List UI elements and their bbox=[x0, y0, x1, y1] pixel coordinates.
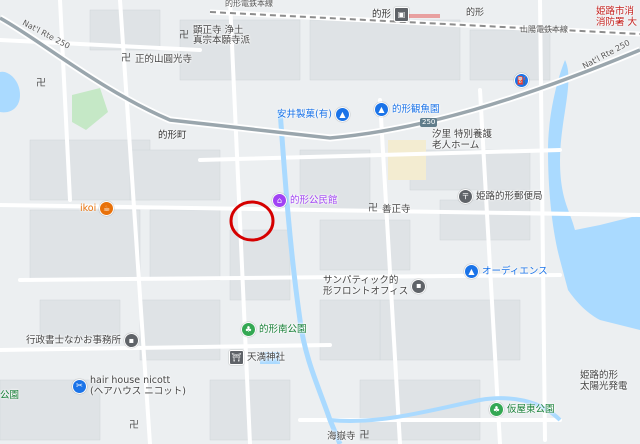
railway-label-top: 的形電鉄本線 bbox=[225, 0, 273, 8]
temple-label-2: 正的山圓光寺 bbox=[135, 53, 193, 65]
kaiganji-poi[interactable]: 海嶽寺 卍 bbox=[327, 430, 371, 442]
scissors-icon: ✂ bbox=[72, 378, 87, 394]
temple-poi-kenshoji[interactable]: 卍 顕正寺 浄土 真宗本願寺派 bbox=[178, 26, 250, 46]
tree-icon: ♣ bbox=[241, 322, 256, 337]
tree-icon: ♣ bbox=[489, 402, 504, 417]
south-park-poi[interactable]: ♣ 的形南公園 bbox=[241, 322, 307, 337]
office-label: 行政書士なかお事務所 bbox=[26, 335, 122, 346]
temple-poi-enkoji[interactable]: 卍 正的山圓光寺 bbox=[120, 53, 192, 65]
station-label: 的形 bbox=[372, 9, 392, 20]
zenshoji-poi[interactable]: 卍 善正寺 bbox=[367, 203, 411, 215]
fire-label-2: 消防署 大 bbox=[596, 17, 638, 28]
community-center-poi[interactable]: ⌂ 的形公民館 bbox=[272, 193, 338, 208]
fire-label-1: 姫路市消 bbox=[596, 6, 635, 17]
kaiganji-label: 海嶽寺 bbox=[327, 430, 356, 442]
kankou-label: 的形観魚園 bbox=[392, 104, 440, 115]
tenman-label: 天満神社 bbox=[247, 352, 286, 363]
kariya-park-label: 仮屋東公園 bbox=[507, 404, 555, 415]
post-office-poi[interactable]: 〒 姫路的形郵便局 bbox=[458, 189, 543, 204]
fire-station-label: 姫路市消 消防署 大 bbox=[596, 6, 637, 28]
hair-label-2: (ヘアハウス ニコット) bbox=[90, 386, 186, 397]
temple-poi-extra-2[interactable]: 卍 bbox=[128, 420, 140, 432]
selection-circle-marker[interactable] bbox=[228, 199, 276, 243]
left-park-label: 公園 bbox=[0, 390, 20, 401]
shopping-bag-icon: ▲ bbox=[374, 102, 389, 117]
nursing-label-2: 老人ホーム bbox=[432, 140, 480, 151]
post-office-label: 姫路的形郵便局 bbox=[476, 191, 543, 202]
hair-label-1: hair house nicott bbox=[90, 375, 171, 386]
kankou-poi[interactable]: ▲ 的形観魚園 bbox=[374, 102, 440, 117]
station-poi[interactable]: 的形 ▣ bbox=[372, 7, 410, 22]
temple-icon: 卍 bbox=[36, 78, 46, 89]
map-view[interactable]: Nat'l Rte 250 Nat'l Rte 250 的形電鉄本線 山陽電鉄本… bbox=[0, 0, 640, 444]
shrine-gate-icon: ⛩ bbox=[229, 350, 244, 365]
sympathetic-label-1: サンパティック的 bbox=[323, 275, 399, 286]
sympathetic-poi[interactable]: サンパティック的 形フロントオフィス ▪ bbox=[323, 275, 427, 297]
office-poi[interactable]: 行政書士なかお事務所 ▪ bbox=[26, 333, 140, 348]
sympathetic-label-2: 形フロントオフィス bbox=[323, 286, 409, 297]
building-icon: ▪ bbox=[411, 278, 427, 294]
yasui-poi[interactable]: 安井製菓(有) ▲ bbox=[277, 107, 350, 122]
gas-station-icon: ⛽ bbox=[514, 73, 529, 88]
building-icon: ▪ bbox=[124, 333, 140, 348]
solar-label: 姫路的形 太陽光発電 bbox=[580, 370, 628, 392]
temple-poi-extra-1[interactable]: 卍 bbox=[35, 78, 47, 90]
nursing-home-poi[interactable]: 汐里 特別養護 老人ホーム bbox=[432, 129, 492, 151]
temple-icon: 卍 bbox=[121, 53, 131, 64]
top-right-place: 的形 bbox=[466, 8, 485, 18]
audience-poi[interactable]: ▲ オーディエンス bbox=[464, 264, 548, 279]
train-station-icon: ▣ bbox=[394, 7, 410, 22]
solar-label-2: 太陽光発電 bbox=[580, 381, 628, 392]
gas-station-poi[interactable]: ⛽ bbox=[514, 73, 529, 88]
temple-label-1b: 真宗本願寺派 bbox=[193, 35, 251, 46]
railway-label-right: 山陽電鉄本線 bbox=[520, 25, 568, 34]
temple-icon: 卍 bbox=[129, 420, 139, 431]
community-center-icon: ⌂ bbox=[272, 193, 287, 208]
south-park-label: 的形南公園 bbox=[259, 324, 307, 335]
post-office-icon: 〒 bbox=[458, 189, 473, 204]
audience-label: オーディエンス bbox=[482, 266, 548, 277]
yasui-label: 安井製菓(有) bbox=[277, 109, 332, 120]
temple-icon: 卍 bbox=[359, 430, 370, 441]
community-label: 的形公民館 bbox=[290, 195, 338, 206]
tenman-shrine-poi[interactable]: ⛩ 天満神社 bbox=[229, 350, 285, 365]
kariya-park-poi[interactable]: ♣ 仮屋東公園 bbox=[489, 402, 555, 417]
solar-label-1: 姫路的形 bbox=[580, 370, 619, 381]
shopping-bag-icon: ▲ bbox=[334, 107, 350, 122]
town-label: 的形町 bbox=[158, 130, 187, 141]
ikoi-cafe-poi[interactable]: ikoi ☕ bbox=[80, 201, 115, 216]
temple-icon: 卍 bbox=[179, 30, 189, 41]
zenshoji-label: 善正寺 bbox=[382, 203, 411, 215]
ikoi-label: ikoi bbox=[80, 203, 97, 214]
nursing-label-1: 汐里 特別養護 bbox=[432, 129, 493, 140]
hair-house-poi[interactable]: ✂ hair house nicott (ヘアハウス ニコット) bbox=[72, 375, 186, 397]
coffee-icon: ☕ bbox=[99, 201, 115, 216]
route-shield: 250 bbox=[420, 118, 438, 127]
temple-icon: 卍 bbox=[368, 203, 378, 214]
shopping-bag-icon: ▲ bbox=[464, 264, 479, 279]
